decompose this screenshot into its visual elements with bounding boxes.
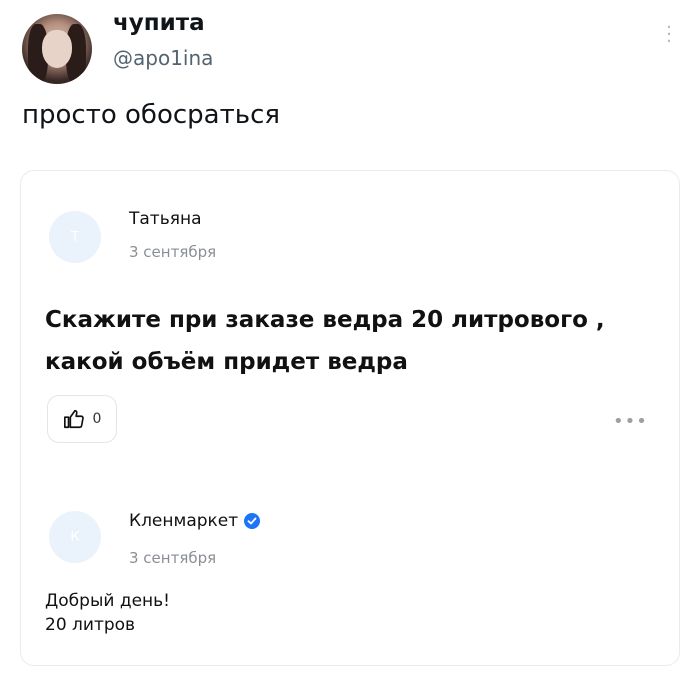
more-options-icon[interactable]: · · ·	[666, 19, 672, 51]
question-avatar-letter: Т	[71, 229, 79, 245]
author-handle[interactable]: @apo1ina	[113, 46, 213, 70]
tweet-header: чупита @apo1ina · · ·	[20, 8, 680, 84]
answer-author-avatar: К	[49, 511, 101, 563]
avatar[interactable]	[22, 14, 92, 84]
question-author-name: Татьяна	[129, 209, 202, 229]
answer-text: Добрый день! 20 литров	[45, 589, 170, 637]
tweet-text: просто обосраться	[22, 100, 281, 130]
answer-line-2: 20 литров	[45, 615, 136, 635]
answer-line-1: Добрый день!	[45, 591, 170, 611]
answer-date: 3 сентября	[129, 549, 217, 567]
question-date: 3 сентября	[129, 243, 217, 261]
answer-avatar-letter: К	[70, 529, 80, 545]
more-options-icon[interactable]: •••	[613, 411, 648, 432]
avatar-face	[42, 30, 72, 68]
answer-author-name: Кленмаркет	[129, 511, 239, 531]
thumbs-up-icon	[63, 409, 84, 429]
question-text: Скажите при заказе ведра 20 литрового , …	[45, 307, 605, 375]
verified-check-icon	[244, 513, 261, 529]
like-button[interactable]: 0	[47, 395, 117, 443]
answer-author-row: Кленмаркет	[129, 511, 261, 531]
embedded-screenshot-card: Т Татьяна 3 сентября Скажите при заказе …	[20, 170, 680, 666]
author-name[interactable]: чупита	[113, 10, 205, 36]
question-author-avatar: Т	[49, 211, 101, 263]
like-count: 0	[92, 411, 102, 427]
